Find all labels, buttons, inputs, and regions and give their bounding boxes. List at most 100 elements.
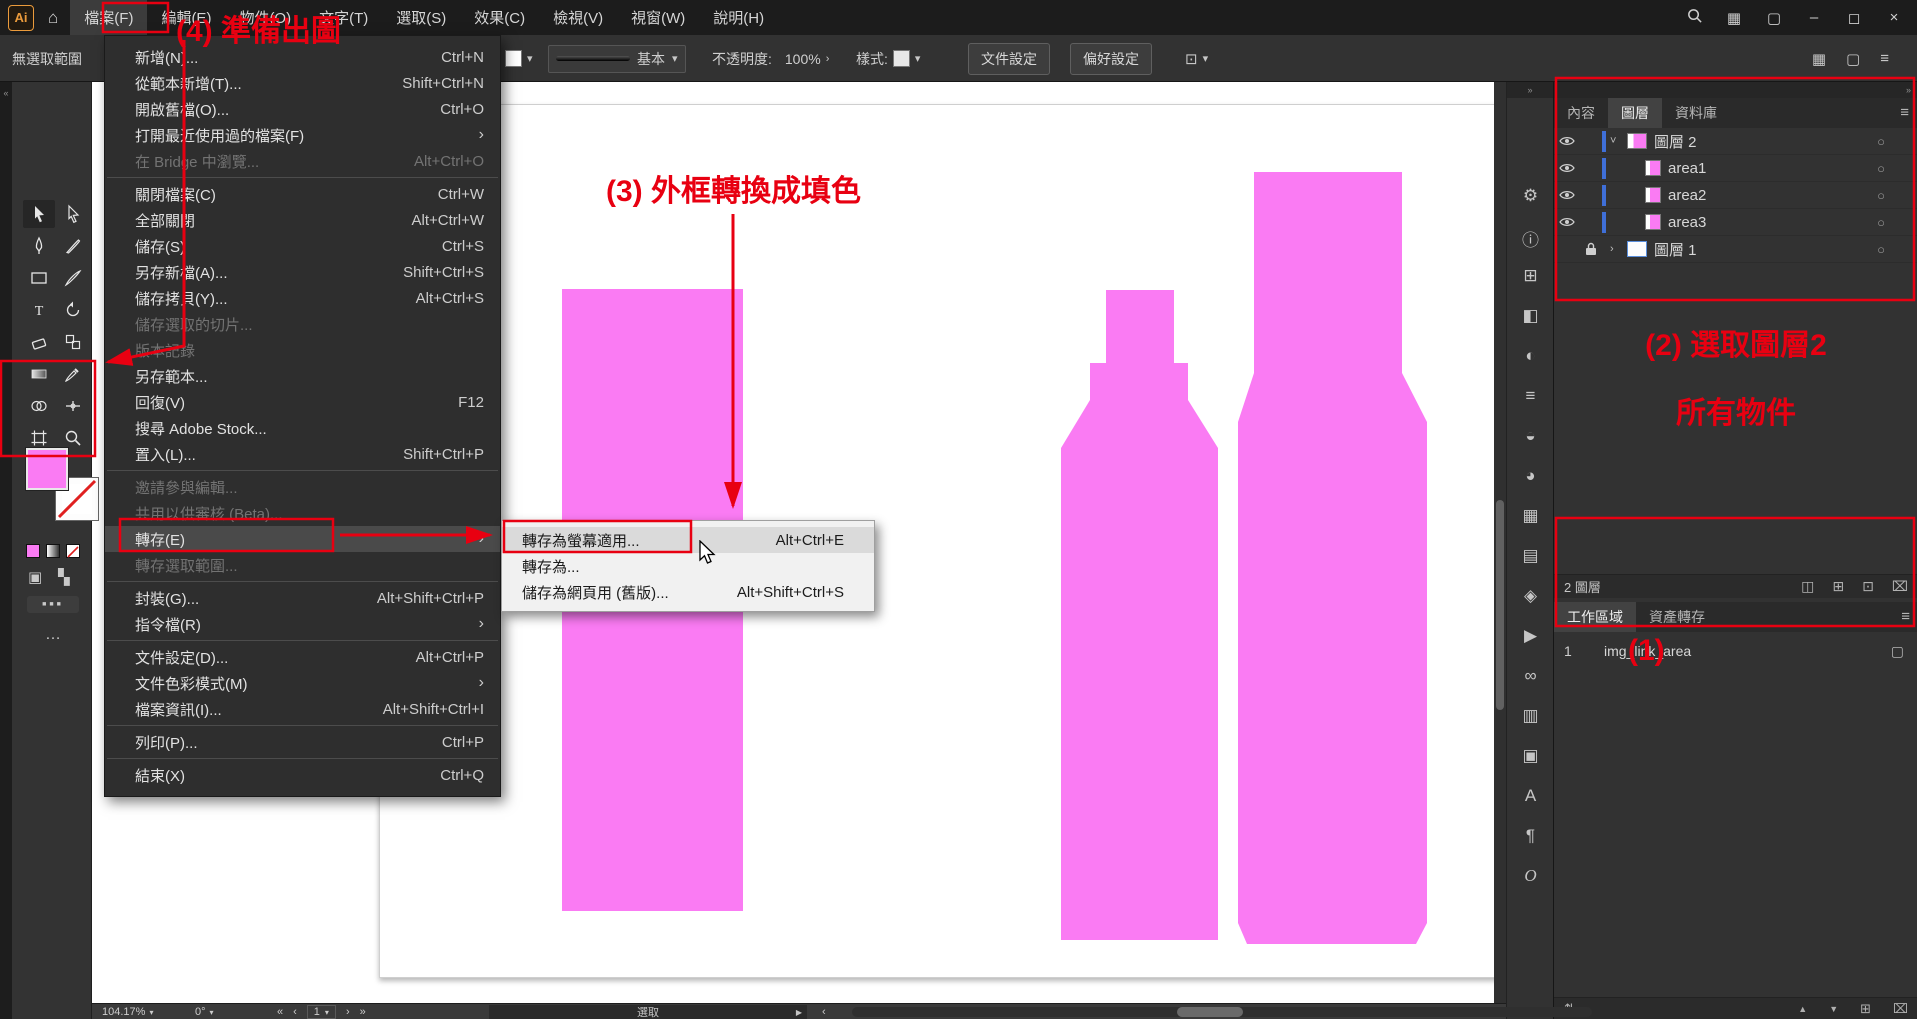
new-layer-icon[interactable]: ⊡ — [1862, 578, 1874, 595]
artboard-number-dropdown[interactable]: 1 ▾ — [307, 1005, 336, 1019]
color-mode-swatch[interactable] — [26, 544, 40, 558]
drawing-modes-button[interactable]: ■■■ — [27, 596, 79, 613]
target-circle-icon[interactable]: ○ — [1877, 134, 1885, 149]
menubar-item-edit[interactable]: 編輯(E) — [147, 0, 225, 35]
menu-item-save-as[interactable]: 另存新檔(A)...Shift+Ctrl+S — [105, 259, 500, 285]
menubar-item-view[interactable]: 檢視(V) — [539, 0, 617, 35]
move-down-icon[interactable]: ▼ — [1829, 1004, 1838, 1014]
move-up-icon[interactable]: ▲ — [1798, 1004, 1807, 1014]
stroke-color-dropdown[interactable]: ▾ — [505, 35, 533, 82]
make-clipping-mask-icon[interactable]: ◫ — [1801, 578, 1814, 595]
properties-gear-icon[interactable]: ⚙ — [1507, 186, 1554, 206]
horizontal-scrollbar-thumb[interactable] — [1177, 1007, 1243, 1017]
menu-item-open[interactable]: 開啟舊檔(O)...Ctrl+O — [105, 96, 500, 122]
menu-item-exit[interactable]: 結束(X)Ctrl+Q — [105, 762, 500, 788]
layer-row-layer1[interactable]: › 圖層 1 ○ — [1554, 236, 1917, 263]
pink-bottle-shape-1[interactable] — [1061, 290, 1218, 940]
menu-item-new-from-template[interactable]: 從範本新增(T)...Shift+Ctrl+N — [105, 70, 500, 96]
shape-builder-tool[interactable] — [23, 392, 55, 420]
eyedropper-tool[interactable] — [57, 360, 89, 388]
gradient-tool[interactable] — [23, 360, 55, 388]
menu-item-save-as-template[interactable]: 另存範本... — [105, 363, 500, 389]
home-icon[interactable]: ⌂ — [48, 8, 58, 28]
edit-toolbar-icon[interactable]: … — [45, 626, 61, 644]
visibility-eye-icon[interactable] — [1554, 162, 1580, 174]
menubar-item-help[interactable]: 說明(H) — [699, 0, 778, 35]
layer-row-area3[interactable]: area3 ○ — [1554, 209, 1917, 236]
last-artboard-icon[interactable]: » — [360, 1006, 366, 1018]
menu-item-save-copy[interactable]: 儲存拷貝(Y)...Alt+Ctrl+S — [105, 285, 500, 311]
stroke-icon[interactable]: ≡ — [1507, 386, 1554, 406]
pathfinder-icon[interactable]: ◧ — [1507, 306, 1554, 326]
tab-artboards[interactable]: 工作區域 — [1554, 602, 1636, 632]
style-swatch[interactable] — [893, 50, 910, 67]
arrange-documents-icon[interactable]: ▦ — [1812, 50, 1826, 68]
brushes-icon[interactable]: ▤ — [1507, 546, 1554, 566]
menu-item-new[interactable]: 新增(N)...Ctrl+N — [105, 44, 500, 70]
menubar-item-window[interactable]: 視窗(W) — [617, 0, 699, 35]
style-control[interactable]: 樣式: ▾ — [856, 35, 920, 82]
chevron-down-icon[interactable]: ˅ — [1610, 135, 1624, 147]
menu-item-document-setup[interactable]: 文件設定(D)...Alt+Ctrl+P — [105, 644, 500, 670]
character-icon[interactable]: A — [1507, 786, 1554, 806]
document-grid-icon[interactable]: ▢ — [1846, 50, 1860, 68]
panel-menu-icon[interactable]: ≡ — [1901, 608, 1910, 625]
previous-artboard-icon[interactable]: ‹ — [293, 1006, 297, 1018]
chevron-right-icon[interactable]: › — [1610, 243, 1624, 255]
rectangle-tool[interactable] — [23, 264, 55, 292]
panel-menu-icon[interactable]: ≡ — [1900, 104, 1909, 121]
rotate-tool[interactable] — [57, 296, 89, 324]
artboard-row[interactable]: 1 img_link_area ▢ — [1554, 636, 1917, 666]
layer-thumbnail[interactable] — [1627, 241, 1647, 257]
object-thumbnail[interactable] — [1645, 187, 1661, 203]
status-play-icon[interactable]: ▶ — [796, 1008, 802, 1017]
menu-item-package[interactable]: 封裝(G)...Alt+Shift+Ctrl+P — [105, 585, 500, 611]
tab-content[interactable]: 內容 — [1554, 98, 1608, 128]
layer-row-layer2[interactable]: ˅ 圖層 2 ○ — [1554, 128, 1917, 155]
target-circle-icon[interactable]: ○ — [1877, 242, 1885, 257]
artboard-name[interactable]: img_link_area — [1604, 643, 1691, 659]
tab-libraries[interactable]: 資料庫 — [1662, 98, 1730, 128]
draw-normal-mode-icon[interactable]: ▣ — [28, 568, 42, 586]
collapse-panels-icon[interactable]: » — [1554, 82, 1917, 98]
zoom-control[interactable]: 104.17% ▾ — [102, 1004, 153, 1019]
swatches-icon[interactable]: ▦ — [1507, 506, 1554, 526]
type-tool[interactable]: T — [23, 296, 55, 324]
menu-item-save-for-web-legacy[interactable]: 儲存為網頁用 (舊版)...Alt+Shift+Ctrl+S — [502, 579, 874, 605]
asset-export-icon[interactable]: ▥ — [1507, 706, 1554, 726]
document-layout-icon[interactable]: ▢ — [1765, 9, 1783, 27]
actions-icon[interactable]: ▶ — [1507, 626, 1554, 646]
object-thumbnail[interactable] — [1645, 160, 1661, 176]
tab-layers[interactable]: 圖層 — [1608, 98, 1662, 128]
tab-asset-export[interactable]: 資產轉存 — [1636, 602, 1718, 632]
menu-item-document-color-mode[interactable]: 文件色彩模式(M)› — [105, 670, 500, 696]
visibility-eye-icon[interactable] — [1554, 189, 1580, 201]
menu-item-search-adobe-stock[interactable]: 搜尋 Adobe Stock... — [105, 415, 500, 441]
delete-artboard-icon[interactable]: ⌧ — [1893, 1001, 1908, 1017]
scale-tool[interactable] — [57, 328, 89, 356]
layer-thumbnail[interactable] — [1627, 133, 1647, 149]
rotation-value[interactable]: 0° — [195, 1006, 206, 1018]
close-icon[interactable]: × — [1885, 9, 1903, 26]
target-circle-icon[interactable]: ○ — [1877, 188, 1885, 203]
next-artboard-icon[interactable]: › — [346, 1006, 350, 1018]
gradient-mode-swatch[interactable] — [46, 544, 60, 558]
none-mode-swatch[interactable] — [66, 544, 80, 558]
target-circle-icon[interactable]: ○ — [1877, 215, 1885, 230]
layer-row-area2[interactable]: area2 ○ — [1554, 182, 1917, 209]
menu-item-save[interactable]: 儲存(S)Ctrl+S — [105, 233, 500, 259]
object-thumbnail[interactable] — [1645, 214, 1661, 230]
target-circle-icon[interactable]: ○ — [1877, 161, 1885, 176]
layer-row-area1[interactable]: area1 ○ — [1554, 155, 1917, 182]
links-icon[interactable]: ∞ — [1507, 666, 1554, 686]
vertical-scrollbar[interactable] — [1494, 82, 1506, 1003]
artboards-panel-icon[interactable]: ▣ — [1507, 746, 1554, 766]
menubar-item-file[interactable]: 檔案(F) — [70, 0, 147, 35]
expand-panels-icon[interactable]: » — [1507, 82, 1553, 98]
new-artboard-icon[interactable]: ⊞ — [1860, 1001, 1871, 1017]
menu-item-revert[interactable]: 回復(V)F12 — [105, 389, 500, 415]
gradient-icon[interactable]: ◒ — [1507, 426, 1554, 446]
menu-item-place[interactable]: 置入(L)...Shift+Ctrl+P — [105, 441, 500, 467]
menu-item-scripts[interactable]: 指令檔(R)› — [105, 611, 500, 637]
visibility-eye-icon[interactable] — [1554, 135, 1580, 147]
